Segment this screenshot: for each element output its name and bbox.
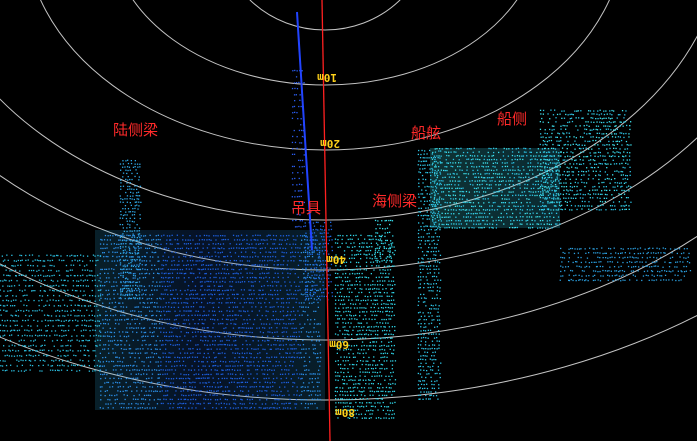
label-spreader: 吊具 [291,199,322,217]
range-label-20m: 20m [320,137,340,150]
label-ship-side: 船侧 [497,110,528,128]
range-label-60m: 60m [329,338,349,351]
range-label-10m: 10m [317,71,337,84]
label-land-side-beam: 陆侧梁 [113,121,159,139]
label-ship-hatch: 船舷 [411,124,442,142]
label-sea-side-beam: 海侧梁 [372,192,418,210]
range-label-80m: 80m [335,406,355,419]
lidar-point-cloud-view: 10m 20m 40m 60m 80m [0,0,697,441]
range-label-40m: 40m [326,253,346,266]
